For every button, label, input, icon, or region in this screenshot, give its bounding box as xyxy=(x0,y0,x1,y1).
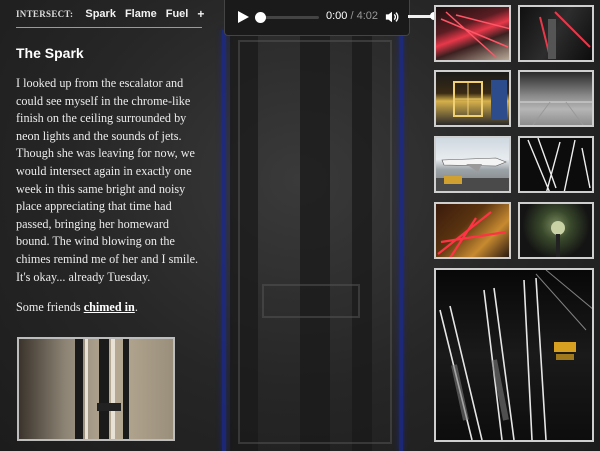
play-icon[interactable] xyxy=(238,11,249,23)
post-title: The Spark xyxy=(16,45,84,61)
volume-icon[interactable] xyxy=(385,10,399,24)
thumb-red-neon[interactable] xyxy=(434,202,511,259)
left-column: INTERSECT: Spark Flame Fuel + The Spark … xyxy=(16,0,204,315)
friends-suffix: . xyxy=(134,300,138,315)
thumb-green-light[interactable] xyxy=(518,202,594,259)
post-body: I looked up from the escalator and could… xyxy=(16,76,199,284)
nav-title: INTERSECT: xyxy=(16,9,74,19)
audio-player: 0:00 / 4:02 xyxy=(224,0,410,36)
friends-prefix: Some friends xyxy=(16,300,84,315)
seek-bar[interactable] xyxy=(255,12,319,23)
duration: 4:02 xyxy=(356,10,379,22)
thumb-airplane-gate[interactable] xyxy=(434,136,511,193)
nav-link-flame[interactable]: Flame xyxy=(125,8,157,20)
friends-line: Some friends chimed in. xyxy=(16,300,202,315)
nav-link-spark[interactable]: Spark xyxy=(85,8,116,20)
thumb-lit-window[interactable] xyxy=(434,70,511,127)
intersect-nav: INTERSECT: Spark Flame Fuel + xyxy=(16,3,204,28)
thumb-escalators-large[interactable] xyxy=(434,268,594,442)
thumb-dark-corner[interactable] xyxy=(518,5,594,62)
nav-link-fuel[interactable]: Fuel xyxy=(166,8,189,20)
seek-knob[interactable] xyxy=(255,12,266,23)
nav-link-add[interactable]: + xyxy=(197,7,204,21)
current-time: 0:00 xyxy=(326,10,348,22)
time-separator: / xyxy=(347,10,357,22)
thumb-neon-ceiling[interactable] xyxy=(434,5,511,62)
thumb-light-streaks[interactable] xyxy=(518,136,594,193)
chimed-in-link[interactable]: chimed in xyxy=(84,300,135,314)
time-display: 0:00 / 4:02 xyxy=(326,10,378,22)
thumb-floor-gray[interactable] xyxy=(518,70,594,127)
chimes-photo-thumb[interactable] xyxy=(17,337,175,441)
